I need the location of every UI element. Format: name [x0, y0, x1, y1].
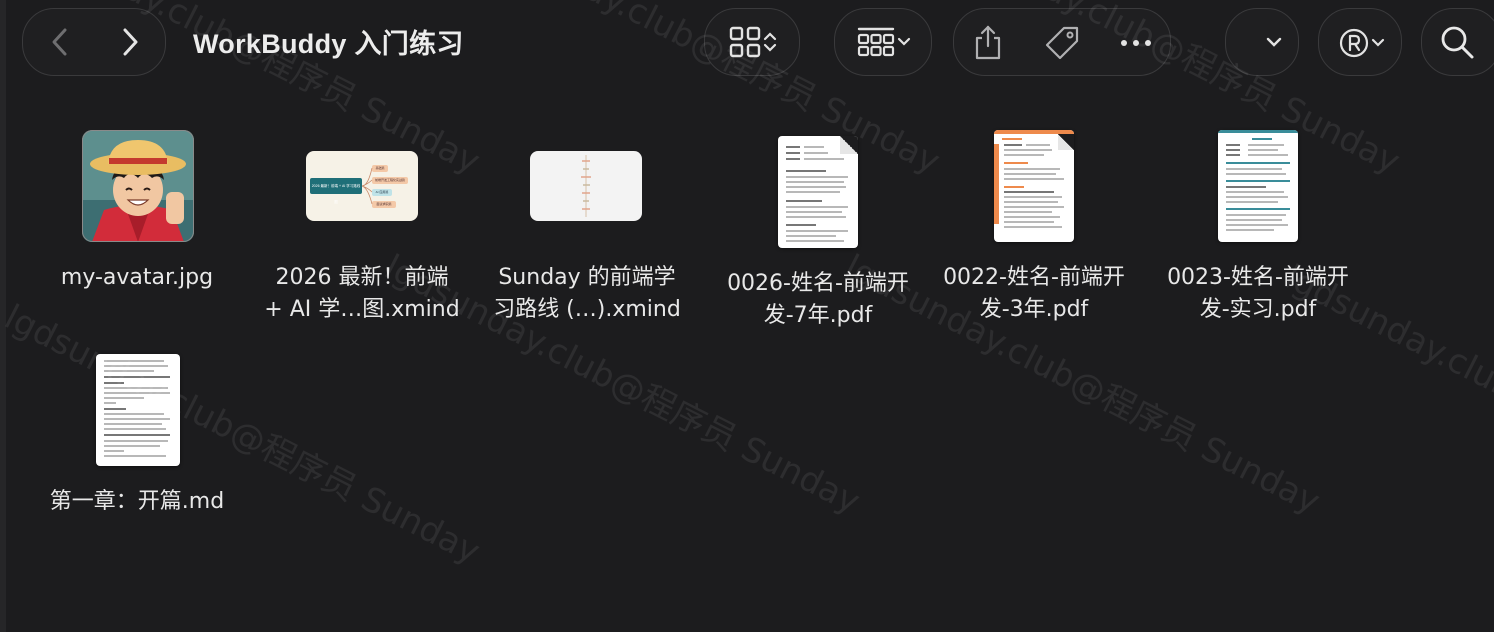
mindmap-connectors [361, 167, 373, 205]
file-item[interactable]: 第一章：开篇.md [25, 344, 249, 524]
window-edge [0, 0, 6, 632]
file-name: Sunday 的前端学 习路线 (…).xmind [493, 265, 681, 322]
group-by-control[interactable] [850, 24, 918, 60]
window-title: WorkBuddy 入门练习 [193, 29, 464, 59]
up-down-chevron-icon [763, 32, 777, 52]
more-button[interactable] [1114, 26, 1158, 60]
ellipsis-icon [1121, 40, 1151, 46]
tag-button[interactable] [1040, 22, 1084, 64]
file-item[interactable]: Sunday 的前端学 习路线 (…).xmind [475, 120, 699, 322]
share-button[interactable] [967, 22, 1009, 64]
file-item[interactable]: 0023-姓名-前端开 发-实习.pdf [1146, 120, 1370, 322]
avatar-image [82, 130, 194, 242]
chevron-right-icon [123, 28, 138, 56]
file-name: my-avatar.jpg [60, 265, 214, 290]
search-control[interactable] [1436, 22, 1478, 62]
file-name: 0022-姓名-前端开 发-3年.pdf [943, 265, 1125, 322]
extension-control[interactable] [1332, 26, 1392, 60]
search-icon [1441, 26, 1474, 59]
xmind-thumbnail: 2026 最新！前端 + AI 学习路线图 基础篇 前端开发工程化实战篇 AI … [306, 151, 418, 221]
file-item[interactable]: my-avatar.jpg [25, 120, 249, 320]
view-mode-control[interactable] [722, 24, 784, 60]
chevron-down-icon [1371, 38, 1385, 47]
pdf-thumbnail [778, 136, 858, 248]
chevron-left-icon [52, 28, 67, 56]
file-name: 0023-姓名-前端开 发-实习.pdf [1167, 265, 1349, 322]
back-button[interactable] [42, 22, 78, 62]
file-item[interactable]: 0026-姓名-前端开 发-7年.pdf [706, 120, 930, 340]
registered-icon [1339, 28, 1369, 58]
file-name: 2026 最新！前端 + AI 学…图.xmind [264, 265, 460, 322]
image-thumbnail [82, 130, 194, 242]
file-name: 第一章：开篇.md [49, 489, 225, 514]
xmind-thumbnail [530, 151, 642, 221]
pdf-thumbnail [994, 130, 1074, 242]
markdown-thumbnail [96, 354, 180, 466]
file-name: 0026-姓名-前端开 发-7年.pdf [727, 271, 909, 328]
forward-button[interactable] [112, 22, 148, 62]
grid-view-icon [729, 26, 761, 58]
group-by-icon [857, 27, 895, 57]
file-item[interactable]: 0022-姓名-前端开 发-3年.pdf [922, 120, 1146, 322]
file-item[interactable]: 2026 最新！前端 + AI 学习路线图 基础篇 前端开发工程化实战篇 AI … [250, 120, 474, 322]
tag-icon [1045, 26, 1079, 60]
chevron-down-icon [897, 37, 911, 46]
chevron-down-icon [1266, 37, 1282, 47]
mindmap-outline [581, 155, 591, 217]
share-icon [975, 25, 1001, 60]
pdf-thumbnail [1218, 130, 1298, 242]
dropdown-control[interactable] [1254, 30, 1294, 54]
